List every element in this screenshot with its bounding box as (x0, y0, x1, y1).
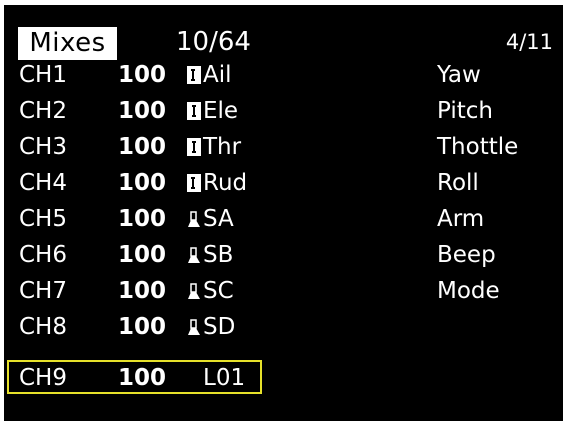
mix-row-ch6[interactable]: CH6 100 SB Beep (4, 237, 563, 273)
mix-source: Ele (203, 98, 239, 124)
channel-label: CH1 (19, 62, 67, 88)
mix-name: Pitch (437, 98, 493, 124)
switch-icon (187, 246, 201, 264)
mix-row-ch4[interactable]: CH4 100 Rud Roll (4, 165, 563, 201)
stick-icon (187, 66, 201, 84)
mix-name: Roll (437, 170, 479, 196)
switch-icon (187, 282, 201, 300)
mix-weight: 100 (118, 134, 167, 160)
channel-label: CH7 (19, 278, 67, 304)
page-title: Mixes (18, 27, 117, 60)
mix-weight: 100 (118, 62, 167, 88)
mix-source: SD (203, 314, 236, 340)
mix-weight: 100 (118, 278, 167, 304)
radio-lcd-screen: Mixes 10/64 4/11 CH1 100 Ail Yaw CH2 100… (4, 5, 563, 421)
mix-name: Mode (437, 278, 500, 304)
mix-row-ch5[interactable]: CH5 100 SA Arm (4, 201, 563, 237)
mix-row-ch2[interactable]: CH2 100 Ele Pitch (4, 93, 563, 129)
mix-row-ch8[interactable]: CH8 100 SD (4, 309, 563, 345)
channel-label: CH4 (19, 170, 67, 196)
mix-source: SB (203, 242, 234, 268)
channel-label: CH2 (19, 98, 67, 124)
mix-source: L01 (203, 365, 246, 391)
mix-name: Thottle (437, 134, 519, 160)
switch-icon (187, 318, 201, 336)
mix-counter: 10/64 (176, 27, 251, 57)
mix-source: Ail (203, 62, 232, 88)
channel-label: CH3 (19, 134, 67, 160)
page-indicator: 4/11 (505, 30, 553, 54)
mix-weight: 100 (118, 206, 167, 232)
mix-name: Beep (437, 242, 496, 268)
channel-label: CH6 (19, 242, 67, 268)
mix-weight: 100 (118, 242, 167, 268)
stick-icon (187, 174, 201, 192)
stick-icon (187, 102, 201, 120)
mix-row-ch7[interactable]: CH7 100 SC Mode (4, 273, 563, 309)
mix-row-ch3[interactable]: CH3 100 Thr Thottle (4, 129, 563, 165)
mix-source: Rud (203, 170, 248, 196)
mix-row-ch9-selected[interactable]: CH9 100 L01 (4, 360, 563, 396)
mix-source: Thr (203, 134, 242, 160)
mix-weight: 100 (118, 98, 167, 124)
channel-label: CH5 (19, 206, 67, 232)
switch-icon (187, 210, 201, 228)
mix-weight: 100 (118, 365, 167, 391)
channel-label: CH8 (19, 314, 67, 340)
mix-name: Arm (437, 206, 485, 232)
mix-weight: 100 (118, 170, 167, 196)
mix-row-ch1[interactable]: CH1 100 Ail Yaw (4, 57, 563, 93)
channel-label: CH9 (19, 365, 67, 391)
stick-icon (187, 138, 201, 156)
mix-source: SA (203, 206, 234, 232)
mix-name: Yaw (437, 62, 481, 88)
mix-source: SC (203, 278, 234, 304)
mix-weight: 100 (118, 314, 167, 340)
